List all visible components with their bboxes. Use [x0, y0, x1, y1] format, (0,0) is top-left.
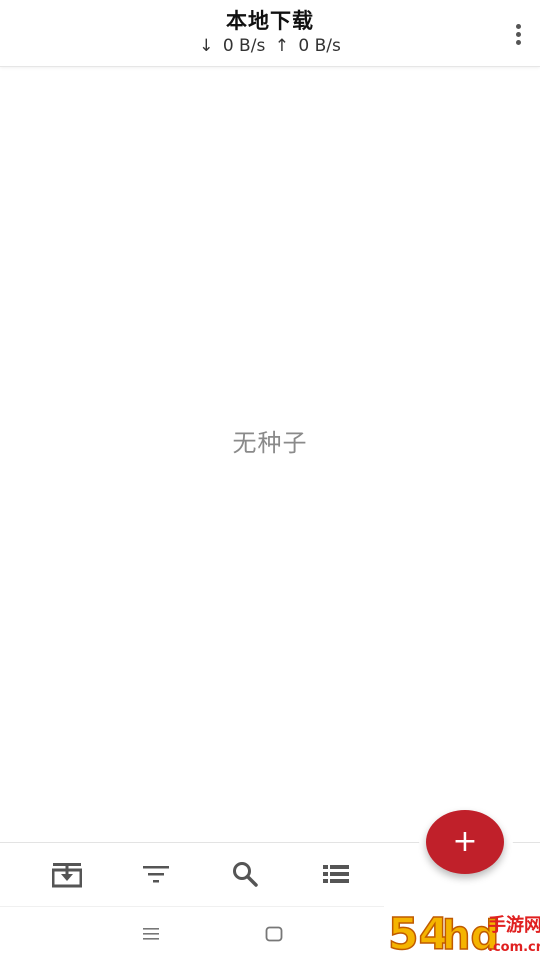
home-icon[interactable]: [259, 921, 289, 947]
page-title: 本地下载: [226, 9, 314, 33]
app-bar: 本地下载 ↓ 0 B/s ↑ 0 B/s: [0, 0, 540, 67]
plus-icon: +: [452, 824, 478, 859]
svg-text:手游网: 手游网: [488, 914, 540, 936]
menu-icon[interactable]: [136, 921, 166, 947]
torrent-list: 无种子: [0, 67, 540, 842]
upload-arrow-icon: ↑: [274, 36, 289, 56]
menu-dot: [515, 31, 521, 37]
download-arrow-icon: ↓: [199, 36, 214, 56]
menu-dot: [515, 23, 521, 29]
list-icon[interactable]: [316, 856, 356, 892]
upload-speed: 0 B/s: [298, 36, 341, 56]
transfer-speed-row: ↓ 0 B/s ↑ 0 B/s: [0, 34, 540, 58]
watermark-logo: 54 hd 手游网 .com.cn: [384, 903, 540, 960]
screen: 本地下载 ↓ 0 B/s ↑ 0 B/s 无种子 + 54 hd 手游网 .co…: [0, 0, 540, 960]
more-vertical-icon[interactable]: [508, 18, 528, 50]
search-icon[interactable]: [225, 856, 265, 892]
add-torrent-button[interactable]: +: [426, 810, 504, 874]
menu-dot: [515, 39, 521, 45]
empty-state-message: 无种子: [232, 429, 308, 457]
download-speed: 0 B/s: [222, 36, 266, 56]
title-block: 本地下载 ↓ 0 B/s ↑ 0 B/s: [0, 6, 540, 58]
filter-icon[interactable]: [136, 856, 176, 892]
svg-text:54: 54: [388, 909, 449, 960]
torrent-download-icon[interactable]: [47, 856, 87, 892]
svg-text:.com.cn: .com.cn: [488, 940, 540, 955]
